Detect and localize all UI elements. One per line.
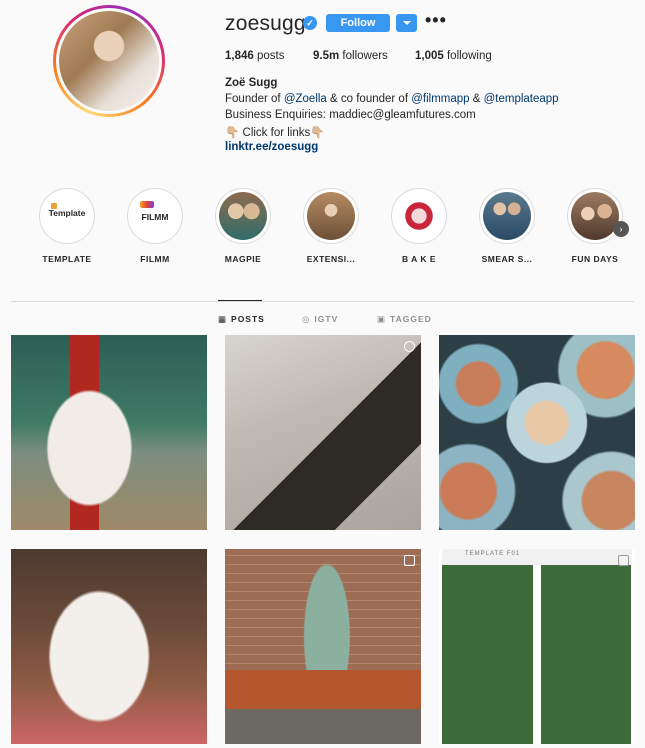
highlight-cover xyxy=(567,188,623,244)
carousel-icon xyxy=(404,341,415,352)
highlight-label: FILMM xyxy=(140,254,170,264)
highlight-filmm[interactable]: FILMM FILMM xyxy=(125,188,185,264)
highlight-label: TEMPLATE xyxy=(42,254,92,264)
mention-zoella-link[interactable]: @Zoella xyxy=(284,93,327,105)
highlight-cover-text: Template xyxy=(48,208,86,218)
profile-username: zoesugg xyxy=(225,12,306,35)
tabs-divider xyxy=(11,301,634,302)
highlights-next-icon[interactable]: › xyxy=(613,221,629,237)
posts-label: posts xyxy=(256,50,285,62)
highlight-cover: Template xyxy=(39,188,95,244)
bio-text: & co founder of xyxy=(326,93,412,105)
highlight-label: EXTENSI... xyxy=(306,254,356,264)
highlight-cover: FILMM xyxy=(127,188,183,244)
tab-posts[interactable]: ▦ POSTS xyxy=(218,314,265,325)
bio-text: Founder of xyxy=(225,93,284,105)
following-stat[interactable]: 1,005 following xyxy=(415,50,492,62)
highlight-label: SMEAR S... xyxy=(481,254,533,264)
film-frame-label: TEMPLATE F01 xyxy=(465,551,521,557)
highlight-label: MAGPIE xyxy=(224,254,262,264)
post-thumbnail[interactable] xyxy=(11,549,207,744)
posts-count: 1,846 xyxy=(225,50,254,62)
tagged-icon: ▣ xyxy=(377,314,387,324)
posts-stat: 1,846 posts xyxy=(225,50,284,62)
bio-line-3: 👇🏼 Click for links👇🏼 xyxy=(225,127,325,139)
profile-avatar[interactable] xyxy=(53,5,165,117)
followers-label: followers xyxy=(342,50,388,62)
mention-templateapp-link[interactable]: @templateapp xyxy=(484,93,559,105)
verified-badge-icon: ✓ xyxy=(303,16,317,30)
highlight-smear[interactable]: SMEAR S... xyxy=(477,188,537,264)
carousel-icon xyxy=(404,555,415,566)
suggested-dropdown-button[interactable] xyxy=(396,14,417,32)
highlight-bake[interactable]: B A K E xyxy=(389,188,449,264)
follow-button[interactable]: Follow xyxy=(326,14,390,32)
carousel-icon xyxy=(618,555,629,566)
highlight-cover-image xyxy=(483,192,531,240)
mention-filmmapp-link[interactable]: @filmmapp xyxy=(411,93,469,105)
tab-label: POSTS xyxy=(231,314,265,324)
highlight-cover xyxy=(391,188,447,244)
post-thumbnail[interactable] xyxy=(11,335,207,530)
tab-label: IGTV xyxy=(314,314,339,324)
highlight-template[interactable]: Template TEMPLATE xyxy=(37,188,97,264)
highlight-extensions[interactable]: EXTENSI... xyxy=(301,188,361,264)
bio-line-1: Founder of @Zoella & co founder of @film… xyxy=(225,93,559,105)
highlight-cover xyxy=(479,188,535,244)
post-thumbnail[interactable] xyxy=(225,549,421,744)
bio-external-link[interactable]: linktr.ee/zoesugg xyxy=(225,141,318,153)
highlight-cover xyxy=(303,188,359,244)
bio-line-2: Business Enquiries: maddiec@gleamfutures… xyxy=(225,109,476,121)
active-tab-indicator xyxy=(218,300,262,301)
highlight-cover-image xyxy=(307,192,355,240)
highlight-cover-image xyxy=(571,192,619,240)
tab-tagged[interactable]: ▣ TAGGED xyxy=(377,314,432,325)
more-options-icon[interactable]: ••• xyxy=(425,10,447,31)
highlight-magpie[interactable]: MAGPIE xyxy=(213,188,273,264)
avatar-photo xyxy=(59,11,159,111)
highlight-cover xyxy=(215,188,271,244)
post-thumbnail[interactable] xyxy=(439,335,635,530)
post-thumbnail[interactable]: TEMPLATE F01 xyxy=(439,549,635,744)
following-label: following xyxy=(446,50,492,62)
grid-icon: ▦ xyxy=(218,314,228,324)
highlight-label: B A K E xyxy=(401,254,437,264)
followers-count: 9.5m xyxy=(313,50,340,62)
igtv-icon: ◎ xyxy=(302,314,311,324)
highlight-cover-image xyxy=(395,192,443,240)
highlight-label: FUN DAYS xyxy=(571,254,619,264)
highlight-cover-image xyxy=(219,192,267,240)
filmm-logo-icon xyxy=(140,201,154,208)
post-thumbnail[interactable] xyxy=(225,335,421,530)
profile-full-name: Zoë Sugg xyxy=(225,77,278,89)
followers-stat[interactable]: 9.5m followers xyxy=(313,50,388,62)
tab-label: TAGGED xyxy=(390,314,432,324)
tab-igtv[interactable]: ◎ IGTV xyxy=(302,314,338,325)
bio-text: & xyxy=(469,93,484,105)
following-count: 1,005 xyxy=(415,50,444,62)
highlight-cover-text: FILMM xyxy=(141,212,169,222)
